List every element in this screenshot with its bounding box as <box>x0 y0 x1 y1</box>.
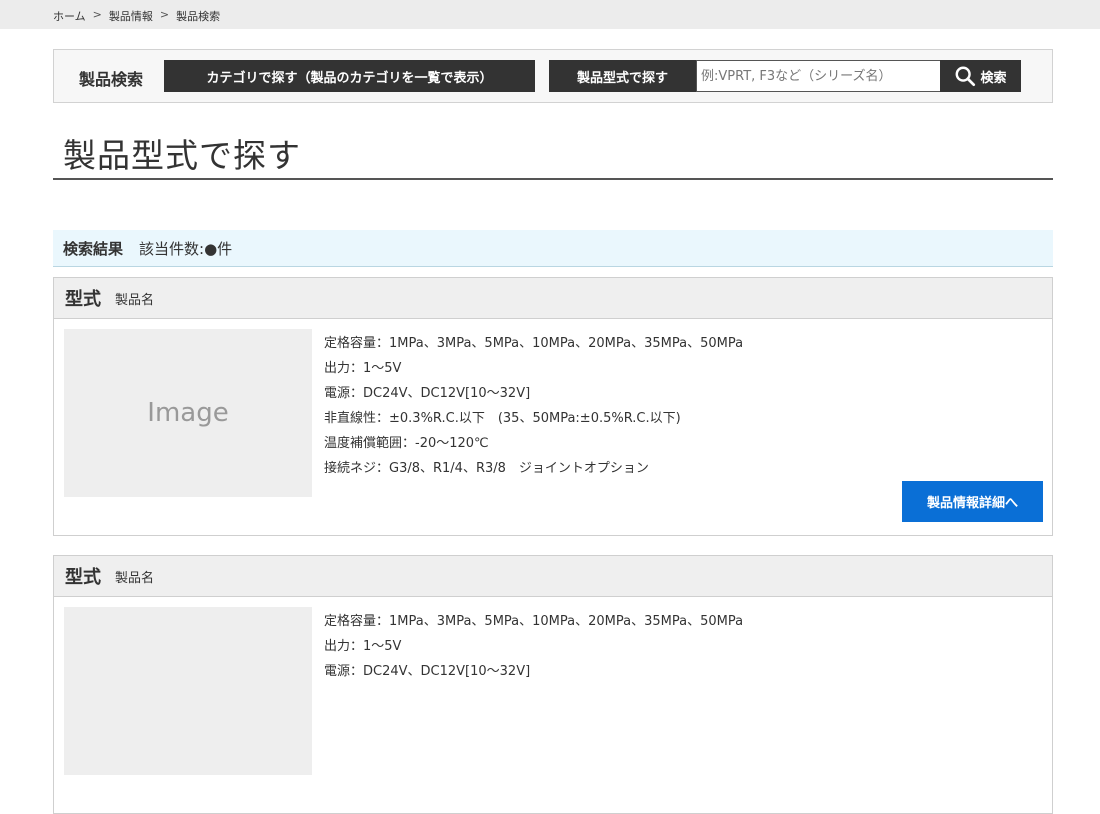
search-icon <box>956 66 976 87</box>
spec-rated-capacity: 定格容量：1MPa、3MPa、5MPa、10MPa、20MPa、35MPa、50… <box>324 336 744 351</box>
product-model: 型式 <box>65 567 101 588</box>
page-title: 製品型式で探す <box>63 136 301 175</box>
search-panel-label: 製品検索 <box>79 70 144 89</box>
product-card-body: 定格容量：1MPa、3MPa、5MPa、10MPa、20MPa、35MPa、50… <box>54 597 1052 813</box>
spec-connection-thread: 接続ネジ：G3/8、R1/4、R3/8 ジョイントオプション <box>324 461 649 476</box>
product-card-header: 型式 製品名 <box>54 278 1052 319</box>
breadcrumb-home[interactable]: ホーム <box>53 8 86 24</box>
search-button-label: 検索 <box>980 70 1007 86</box>
results-title: 検索結果 <box>63 239 124 258</box>
product-card-body: Image 定格容量：1MPa、3MPa、5MPa、10MPa、20MPa、35… <box>54 319 1052 535</box>
results-count: 該当件数:●件 <box>139 239 233 258</box>
product-card: 型式 製品名 定格容量：1MPa、3MPa、5MPa、10MPa、20MPa、3… <box>53 555 1053 814</box>
product-name: 製品名 <box>115 292 155 308</box>
breadcrumb-product-search: 製品検索 <box>176 10 221 23</box>
breadcrumb-product-info[interactable]: 製品情報 <box>109 8 153 24</box>
breadcrumb-separator: > <box>92 8 102 21</box>
product-card: 型式 製品名 Image 定格容量：1MPa、3MPa、5MPa、10MPa、2… <box>53 277 1053 536</box>
breadcrumb-separator: > <box>159 8 170 21</box>
search-button[interactable]: 検索 <box>940 60 1021 92</box>
product-name: 製品名 <box>115 570 155 586</box>
product-image-placeholder: Image <box>64 329 312 497</box>
product-card-header: 型式 製品名 <box>54 556 1052 597</box>
spec-output: 出力：1〜5V <box>324 639 402 654</box>
spec-nonlinearity: 非直線性：±0.3%R.C.以下 (35、50MPa:±0.5%R.C.以下) <box>324 411 681 426</box>
spec-rated-capacity: 定格容量：1MPa、3MPa、5MPa、10MPa、20MPa、35MPa、50… <box>324 614 744 629</box>
top-bar: ホーム > 製品情報 > 製品検索 <box>0 0 1100 29</box>
spec-power: 電源：DC24V、DC12V[10〜32V] <box>324 386 531 401</box>
product-specs: 定格容量：1MPa、3MPa、5MPa、10MPa、20MPa、35MPa、50… <box>324 331 743 481</box>
product-model: 型式 <box>65 289 101 310</box>
product-image-placeholder <box>64 607 312 775</box>
product-search-panel: 製品検索 カテゴリで探す（製品のカテゴリを一覧で表示） 製品型式で探す 検索 <box>53 49 1053 103</box>
breadcrumb: ホーム > 製品情報 > 製品検索 <box>53 8 220 24</box>
spec-power: 電源：DC24V、DC12V[10〜32V] <box>324 664 531 679</box>
page-title-bar: 製品型式で探す <box>53 124 1053 180</box>
spec-temperature-range: 温度補償範囲：-20〜120℃ <box>324 436 489 451</box>
model-search-input[interactable] <box>696 60 941 92</box>
model-search-label: 製品型式で探す <box>549 60 696 92</box>
category-search-button[interactable]: カテゴリで探す（製品のカテゴリを一覧で表示） <box>164 60 535 92</box>
spec-output: 出力：1〜5V <box>324 361 402 376</box>
search-results-bar: 検索結果 該当件数:●件 <box>53 230 1053 267</box>
product-specs: 定格容量：1MPa、3MPa、5MPa、10MPa、20MPa、35MPa、50… <box>324 609 743 684</box>
product-detail-button[interactable]: 製品情報詳細へ <box>902 481 1043 522</box>
